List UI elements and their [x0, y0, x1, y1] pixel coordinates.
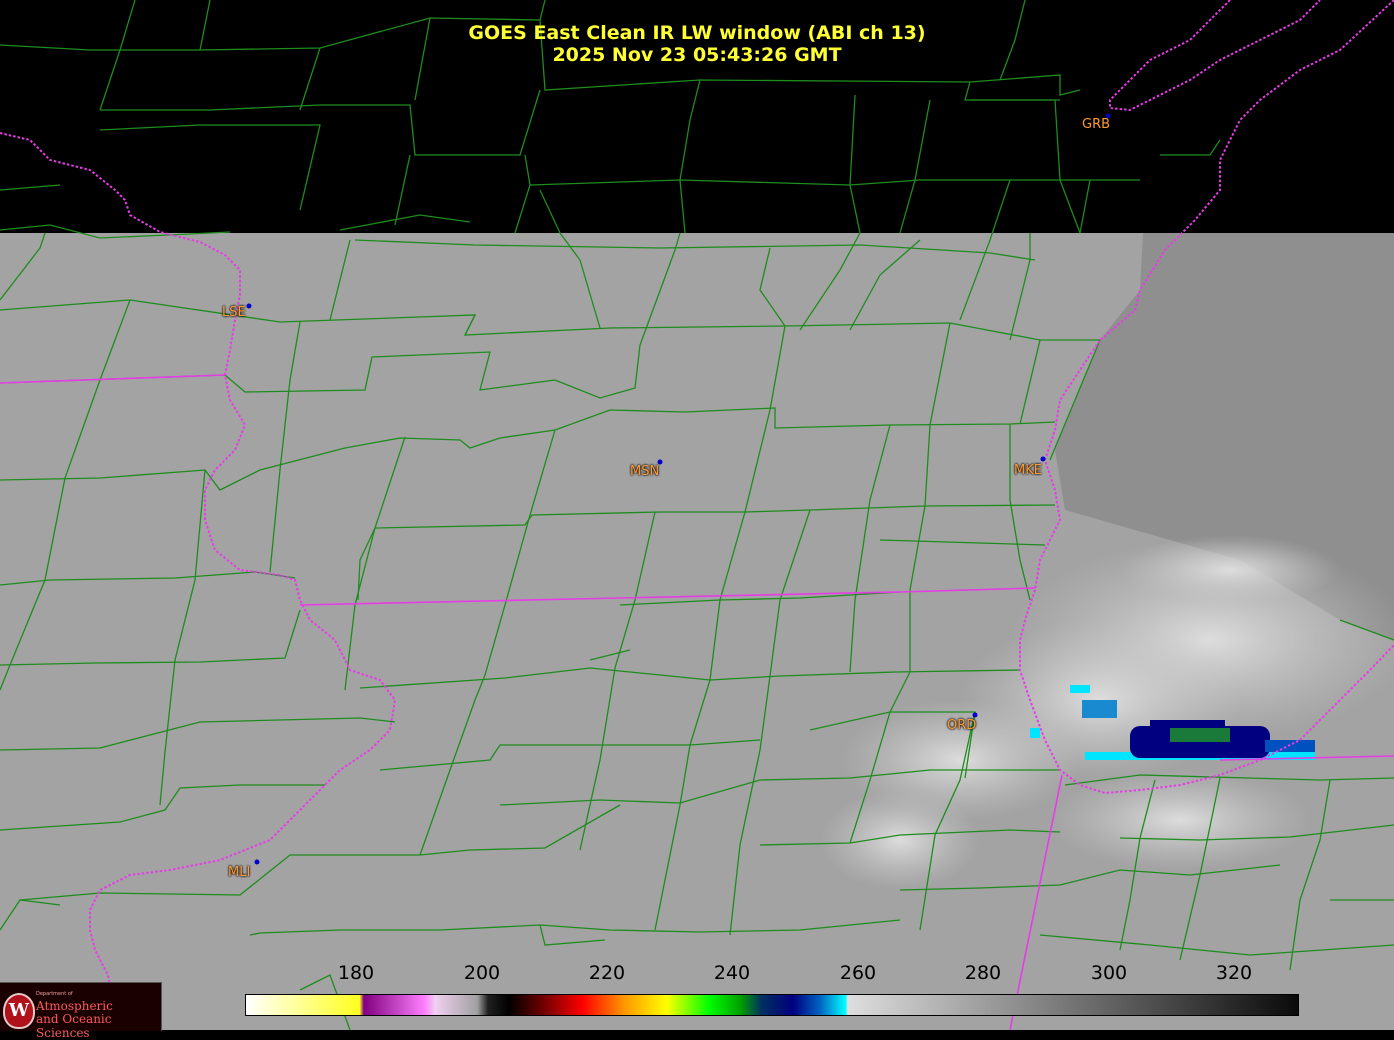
colorbar-tick: 180 — [337, 962, 375, 984]
city-label-lse: LSE — [222, 305, 246, 320]
city-label-mke: MKE — [1014, 463, 1042, 478]
colorbar-tick: 300 — [1090, 962, 1128, 984]
lse-dot — [246, 303, 252, 309]
colorbar-tick: 320 — [1215, 962, 1253, 984]
colorbar-tick: 280 — [964, 962, 1002, 984]
city-label-msn: MSN — [630, 464, 660, 479]
colorbar-tick: 260 — [839, 962, 877, 984]
mli-dot — [254, 859, 260, 865]
uw-seal-icon: W — [3, 993, 35, 1029]
title-line-1: GOES East Clean IR LW window (ABI ch 13) — [468, 22, 926, 44]
city-label-ord: ORD — [947, 718, 977, 733]
colorbar-tick: 200 — [463, 962, 501, 984]
satellite-map — [0, 0, 1394, 1030]
temperature-colorbar — [245, 994, 1299, 1016]
city-label-grb: GRB — [1082, 117, 1111, 132]
logo-department-text: Department of — [36, 991, 73, 997]
city-label-mli: MLI — [228, 865, 251, 880]
ord-dot — [972, 712, 978, 718]
colorbar-tick: 240 — [713, 962, 751, 984]
logo-atmospheric-text: Atmospheric — [36, 999, 113, 1013]
title-line-2: 2025 Nov 23 05:43:26 GMT — [552, 44, 842, 66]
mke-dot — [1040, 456, 1046, 462]
colorbar-tick: 220 — [588, 962, 626, 984]
logo-oceanic-text: and Oceanic Sciences — [36, 1012, 112, 1040]
aos-logo: W Department of Atmospheric and Oceanic … — [0, 982, 162, 1040]
